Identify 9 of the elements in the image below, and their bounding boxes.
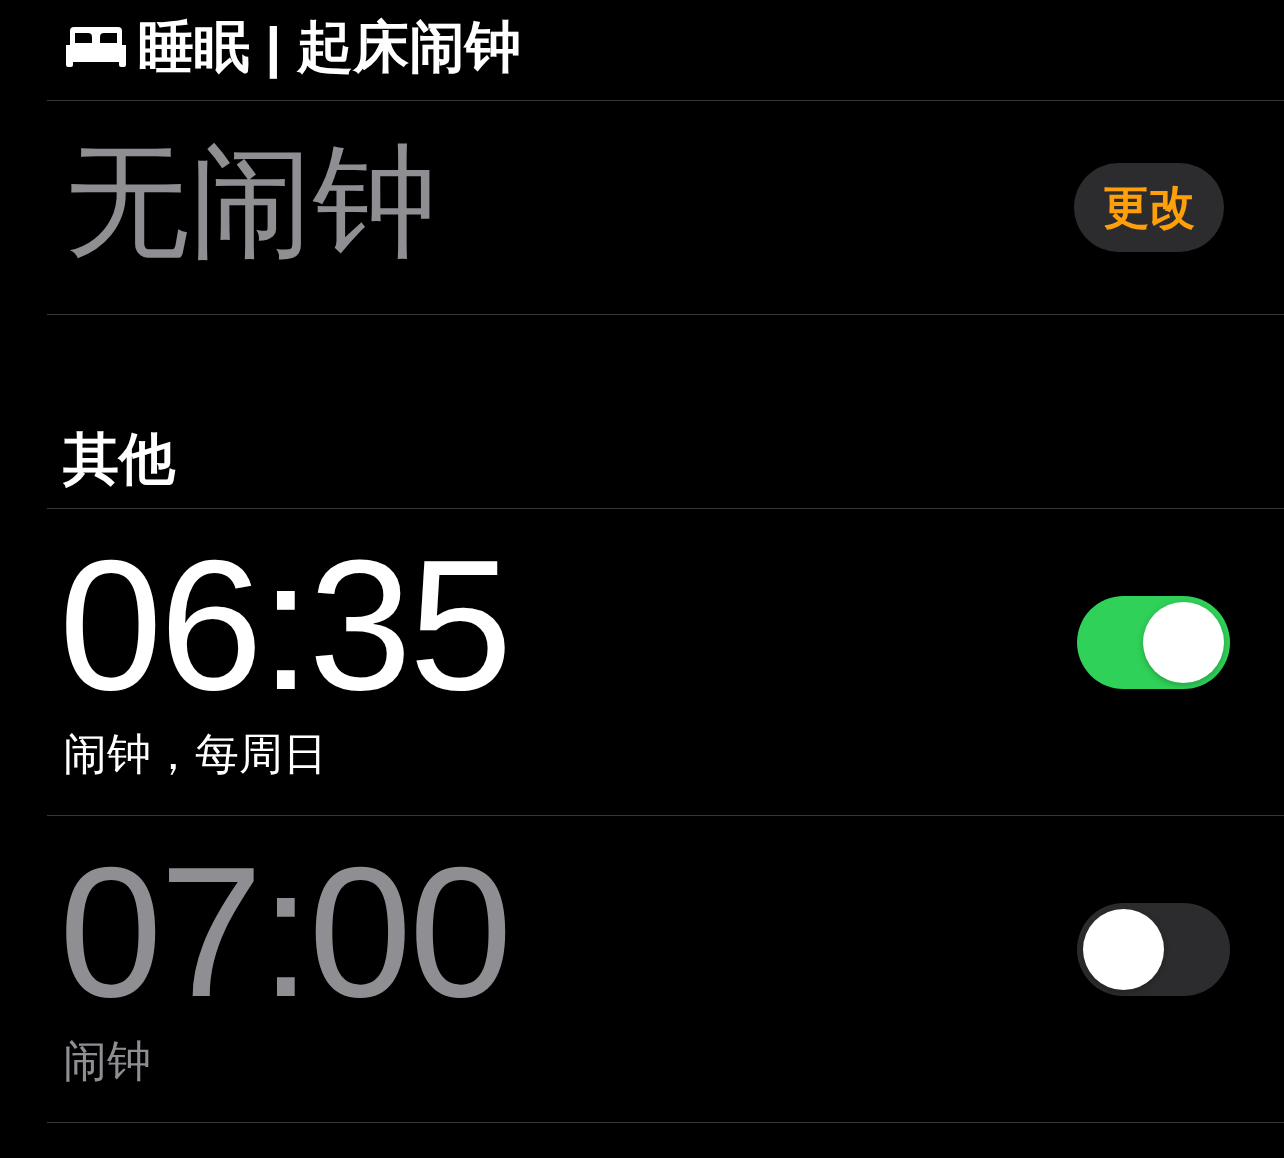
section-title: 睡眠 | 起床闹钟 [138, 16, 521, 78]
alarm-time: 07:00 [59, 839, 510, 1025]
alarm-time: 06:35 [59, 532, 510, 718]
bed-icon [66, 27, 126, 67]
section-heading: 其他 [63, 428, 175, 490]
alarm-status-text: 无闹钟 [65, 133, 437, 273]
alarm-label: 闹钟 [63, 1035, 152, 1087]
change-button[interactable]: 更改 [1074, 163, 1224, 252]
alarm-label: 闹钟，每周日 [63, 728, 328, 780]
